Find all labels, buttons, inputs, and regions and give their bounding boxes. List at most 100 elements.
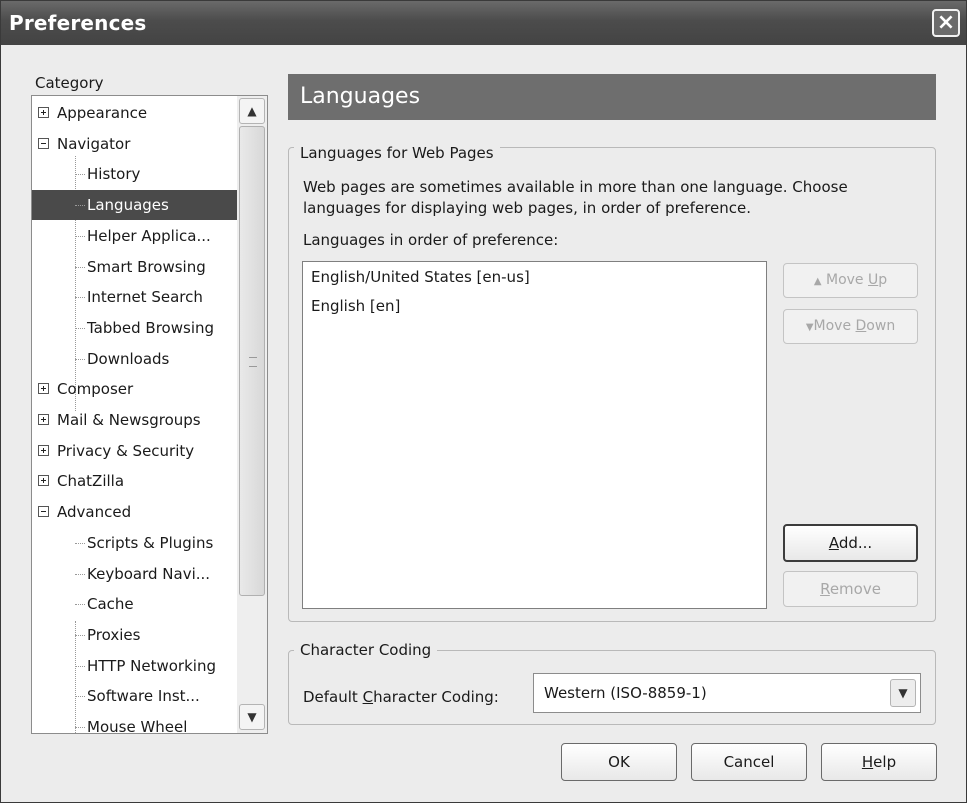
tree-item-label: Scripts & Plugins xyxy=(87,533,214,552)
tree-item-cache[interactable]: Cache xyxy=(32,589,237,619)
coding-label-pre: Default xyxy=(303,688,363,706)
move-down-accesskey: D xyxy=(855,318,867,334)
move-up-label-pre: Move xyxy=(821,272,868,288)
tree-item-advanced[interactable]: Advanced xyxy=(32,497,237,527)
tree-connector xyxy=(75,696,85,698)
category-label: Category xyxy=(35,74,104,92)
tree-item-label: Downloads xyxy=(87,349,170,368)
close-button[interactable]: × xyxy=(932,9,960,37)
tree-item-label: Keyboard Navi... xyxy=(87,564,211,583)
collapse-icon[interactable] xyxy=(38,506,49,518)
expand-icon[interactable] xyxy=(38,444,49,456)
remove-accesskey: R xyxy=(820,580,830,598)
tree-item-label: Cache xyxy=(87,595,134,614)
tree-item-http-networking[interactable]: HTTP Networking xyxy=(32,651,237,681)
coding-accesskey: C xyxy=(362,688,374,706)
collapse-icon[interactable] xyxy=(38,137,49,149)
tree-item-label: Helper Applica... xyxy=(87,226,211,245)
scroll-thumb[interactable] xyxy=(239,126,265,596)
tree-connector xyxy=(75,297,85,299)
expand-icon[interactable] xyxy=(38,107,49,118)
character-coding-legend: Character Coding xyxy=(294,641,438,659)
tree-item-label: Mail & Newsgroups xyxy=(57,411,201,429)
tree-item-downloads[interactable]: Downloads xyxy=(32,344,237,374)
chevron-down-icon: ▼ xyxy=(247,710,257,724)
tree-item-scripts-plugins[interactable]: Scripts & Plugins xyxy=(32,528,237,558)
tree-item-chatzilla[interactable]: ChatZilla xyxy=(32,466,237,496)
help-label: elp xyxy=(873,753,897,771)
tree-connector xyxy=(75,542,85,544)
tree-connector xyxy=(75,266,85,268)
remove-button[interactable]: Remove xyxy=(783,571,918,607)
tree-item-label: Mouse Wheel xyxy=(87,718,188,734)
tree-item-software-inst[interactable]: Software Inst... xyxy=(32,681,237,711)
selected-coding: Western (ISO-8859-1) xyxy=(544,684,707,702)
tree-item-label: Proxies xyxy=(87,625,141,644)
help-button[interactable]: Help xyxy=(821,743,937,781)
tree-connector xyxy=(75,174,85,176)
tree-connector xyxy=(75,235,85,237)
default-coding-label: Default Character Coding: xyxy=(303,688,499,706)
list-item[interactable]: English/United States [en-us] xyxy=(311,268,530,286)
tree-item-helper-applica[interactable]: Helper Applica... xyxy=(32,221,237,251)
add-button[interactable]: Add... xyxy=(783,524,918,562)
cancel-button[interactable]: Cancel xyxy=(691,743,807,781)
move-up-button[interactable]: ▲ Move Up xyxy=(783,263,918,298)
scroll-down-button[interactable]: ▼ xyxy=(239,704,265,730)
tree-item-languages[interactable]: Languages xyxy=(32,190,237,221)
tree-item-navigator[interactable]: Navigator xyxy=(32,129,237,159)
languages-description: Web pages are sometimes available in mor… xyxy=(303,178,848,217)
tree-item-composer[interactable]: Composer xyxy=(32,374,237,404)
tree-item-mail-newsgroups[interactable]: Mail & Newsgroups xyxy=(32,405,237,435)
tree-connector xyxy=(75,665,85,667)
tree-item-tabbed-browsing[interactable]: Tabbed Browsing xyxy=(32,313,237,343)
arrow-down-icon: ▼ xyxy=(805,322,814,333)
chevron-down-icon: ▼ xyxy=(898,686,908,700)
tree-connector xyxy=(75,327,85,329)
title-bar[interactable]: Preferences × xyxy=(1,1,966,45)
category-tree[interactable]: Appearance Navigator History Languages Helpe… xyxy=(31,95,268,734)
tree-item-mouse-wheel[interactable]: Mouse Wheel xyxy=(32,712,237,734)
tree-connector xyxy=(75,604,85,606)
move-up-accesskey: U xyxy=(868,272,879,288)
tree-connector xyxy=(75,358,85,360)
tree-item-smart-browsing[interactable]: Smart Browsing xyxy=(32,252,237,282)
tree-item-label: Appearance xyxy=(57,104,148,122)
tree-item-label: Tabbed Browsing xyxy=(87,318,215,337)
tree-scrollbar[interactable]: ▲ ▼ xyxy=(237,96,267,733)
character-coding-select[interactable]: Western (ISO-8859-1) ▼ xyxy=(533,673,921,713)
chevron-up-icon: ▲ xyxy=(247,104,257,118)
window-title: Preferences xyxy=(9,11,147,35)
expand-icon[interactable] xyxy=(38,383,49,395)
tree-connector xyxy=(75,205,85,207)
expand-icon[interactable] xyxy=(38,475,49,487)
help-accesskey: H xyxy=(861,753,874,771)
remove-label: emove xyxy=(829,580,881,598)
move-down-button[interactable]: ▼Move Down xyxy=(783,309,918,344)
dropdown-button[interactable]: ▼ xyxy=(890,679,916,707)
tree-item-label: HTTP Networking xyxy=(87,656,216,675)
add-accesskey: A xyxy=(828,534,839,552)
move-down-label-post: own xyxy=(866,318,896,334)
arrow-up-icon: ▲ xyxy=(813,276,822,287)
tree-item-appearance[interactable]: Appearance xyxy=(32,98,237,128)
ok-button[interactable]: OK xyxy=(561,743,677,781)
tree-item-label: Smart Browsing xyxy=(87,257,206,276)
tree-connector xyxy=(75,634,85,636)
tree-item-internet-search[interactable]: Internet Search xyxy=(32,282,237,312)
tree-item-proxies[interactable]: Proxies xyxy=(32,620,237,650)
tree-item-label: Privacy & Security xyxy=(57,441,195,460)
list-item[interactable]: English [en] xyxy=(311,297,400,315)
scroll-up-button[interactable]: ▲ xyxy=(239,98,265,124)
tree-item-label: ChatZilla xyxy=(57,472,125,491)
expand-icon[interactable] xyxy=(38,414,49,425)
tree-item-label: Navigator xyxy=(57,134,131,153)
tree-item-label: Internet Search xyxy=(87,288,203,307)
tree-item-history[interactable]: History xyxy=(32,159,237,189)
move-up-label-post: p xyxy=(878,272,888,288)
tree-item-keyboard-navi[interactable]: Keyboard Navi... xyxy=(32,559,237,589)
tree-item-label: Software Inst... xyxy=(87,687,200,706)
languages-list[interactable]: English/United States [en-us] English [e… xyxy=(302,261,767,609)
tree-item-label: Languages xyxy=(87,196,169,215)
tree-item-privacy-security[interactable]: Privacy & Security xyxy=(32,436,237,466)
